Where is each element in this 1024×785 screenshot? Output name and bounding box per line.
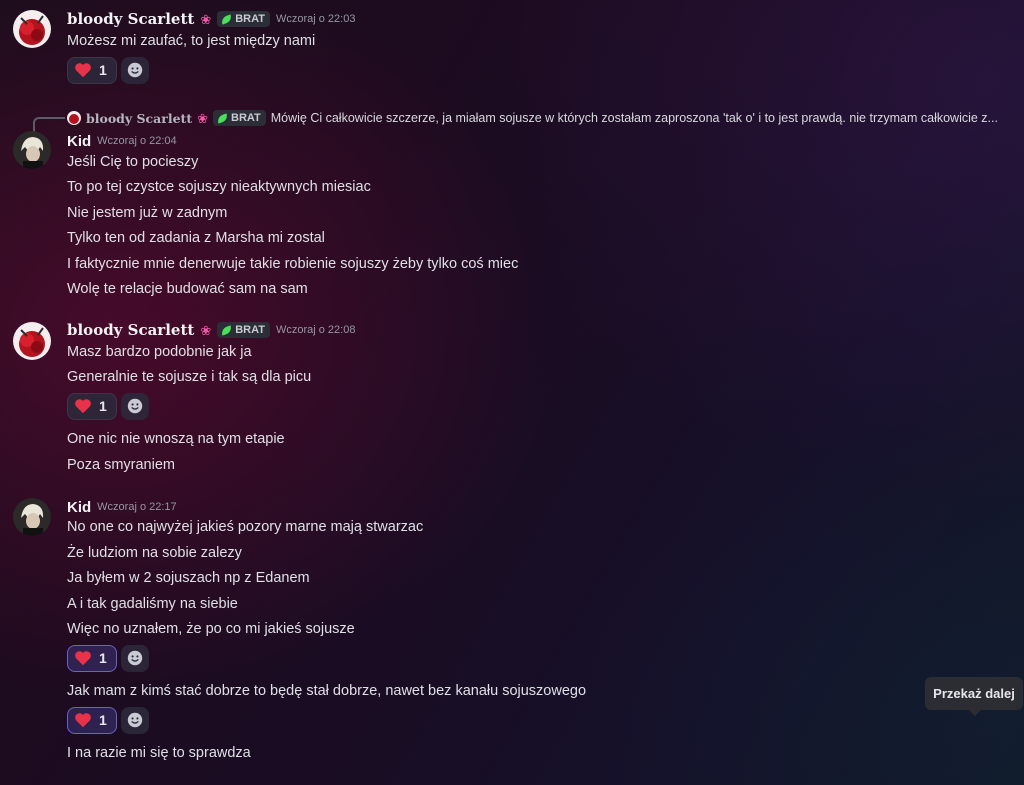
guild-tag-label: BRAT (235, 324, 265, 336)
reply-preview[interactable]: bloody Scarlett ❀ BRAT Mówię Ci całkowic… (67, 109, 998, 127)
kid-avatar-image (13, 131, 51, 169)
guild-tag[interactable]: BRAT (217, 11, 270, 27)
message-line: To po tej czystce sojuszy nieaktywnych m… (67, 179, 371, 195)
message-line: A i tak gadaliśmy na siebie (67, 596, 238, 612)
add-reaction-button[interactable] (120, 706, 149, 734)
message-line: No one co najwyżej jakieś pozory marne m… (67, 519, 424, 535)
add-reaction-button[interactable] (120, 392, 149, 420)
message-line: Generalnie te sojusze i tak są dla picu (67, 369, 312, 385)
message-header: Kid Wczoraj o 22:17 (67, 497, 177, 517)
avatar-scarlett[interactable] (13, 10, 51, 48)
heart-reaction[interactable]: 1 (67, 392, 117, 420)
add-reaction-icon (127, 398, 142, 414)
message-line: One nic nie wnoszą na tym etapie (67, 431, 285, 447)
timestamp[interactable]: Wczoraj o 22:08 (276, 324, 355, 336)
guild-tag: BRAT (213, 110, 266, 126)
leaf-icon (220, 13, 234, 25)
reply-text: Mówię Ci całkowicie szczerze, ja miałam … (270, 111, 998, 125)
timestamp[interactable]: Wczoraj o 22:03 (276, 13, 355, 25)
message-line: Nie jestem już w zadnym (67, 205, 228, 221)
reaction-bar: 1 (67, 392, 149, 420)
avatar-kid[interactable] (13, 498, 51, 536)
kid-avatar-image (13, 498, 51, 536)
reaction-bar: 1 (67, 644, 149, 672)
message-header: bloody Scarlett ❀ BRAT Wczoraj o 22:08 (67, 320, 355, 340)
reaction-bar: 1 (67, 706, 149, 734)
heart-reaction[interactable]: 1 (67, 706, 117, 734)
flower-icon: ❀ (200, 11, 212, 27)
timestamp[interactable]: Wczoraj o 22:17 (97, 501, 176, 513)
reaction-count: 1 (99, 650, 107, 666)
forward-tooltip: Przekaż dalej (925, 677, 1023, 716)
message-line: Wolę te relacje budować sam na sam (67, 281, 308, 297)
message-line: I faktycznie mnie denerwuje takie robien… (67, 256, 519, 272)
guild-tag-label: BRAT (235, 13, 265, 25)
avatar-kid[interactable] (13, 131, 51, 169)
username[interactable]: bloody Scarlett (67, 10, 194, 28)
reply-avatar (67, 111, 81, 125)
flower-icon: ❀ (197, 110, 208, 126)
guild-tag-label: BRAT (231, 112, 261, 124)
guild-tag[interactable]: BRAT (217, 322, 270, 338)
add-reaction-button[interactable] (120, 644, 149, 672)
message-header: Kid Wczoraj o 22:04 (67, 131, 177, 151)
message-line: Możesz mi zaufać, to jest między nami (67, 33, 316, 49)
reply-connector (33, 117, 65, 133)
heart-icon (75, 399, 91, 414)
message-line: Że ludziom na sobie zalezy (67, 545, 242, 561)
rose-avatar-image (13, 10, 51, 48)
message-line: Ja byłem w 2 sojuszach np z Edanem (67, 570, 310, 586)
reaction-count: 1 (99, 398, 107, 414)
username[interactable]: Kid (67, 133, 91, 150)
reply-username[interactable]: bloody Scarlett (86, 111, 192, 126)
add-reaction-icon (127, 62, 142, 78)
username[interactable]: Kid (67, 499, 91, 516)
reaction-count: 1 (99, 712, 107, 728)
heart-reaction[interactable]: 1 (67, 56, 117, 84)
message-header: bloody Scarlett ❀ BRAT Wczoraj o 22:03 (67, 9, 355, 29)
heart-icon (75, 651, 91, 666)
message-line: Masz bardzo podobnie jak ja (67, 344, 252, 360)
rose-avatar-image (13, 322, 51, 360)
leaf-icon (220, 324, 234, 336)
add-reaction-icon (127, 712, 142, 728)
add-reaction-icon (127, 650, 142, 666)
heart-icon (75, 63, 91, 78)
reaction-count: 1 (99, 62, 107, 78)
heart-icon (75, 713, 91, 728)
heart-reaction[interactable]: 1 (67, 644, 117, 672)
message-line: Tylko ten od zadania z Marsha mi zostal (67, 230, 325, 246)
message-line: I na razie mi się to sprawdza (67, 745, 251, 761)
avatar-scarlett[interactable] (13, 322, 51, 360)
message-line: Więc no uznałem, że po co mi jakieś soju… (67, 621, 355, 637)
message-line: Jeśli Cię to pocieszy (67, 154, 199, 170)
timestamp[interactable]: Wczoraj o 22:04 (97, 135, 176, 147)
username[interactable]: bloody Scarlett (67, 321, 194, 339)
add-reaction-button[interactable] (120, 56, 149, 84)
reaction-bar: 1 (67, 56, 149, 84)
message-line: Poza smyraniem (67, 457, 175, 473)
message-line: Jak mam z kimś stać dobrze to będę stał … (67, 683, 587, 699)
leaf-icon (216, 112, 229, 124)
flower-icon: ❀ (200, 322, 212, 338)
